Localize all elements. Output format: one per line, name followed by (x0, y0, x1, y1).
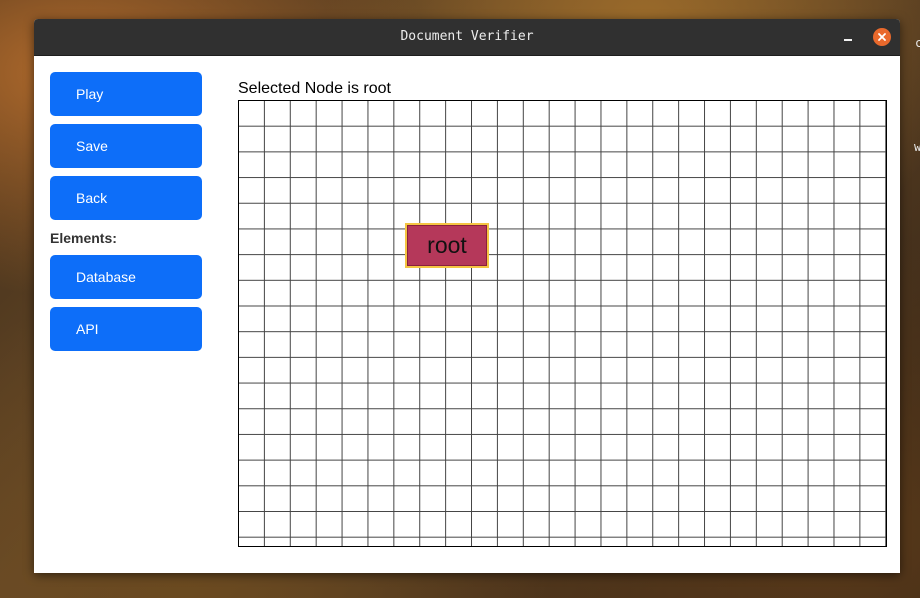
minimize-icon (844, 39, 852, 41)
minimize-button[interactable] (839, 28, 857, 46)
close-icon (878, 33, 886, 41)
close-button[interactable] (873, 28, 891, 46)
back-button[interactable]: Back (50, 176, 202, 220)
elements-heading: Elements: (50, 230, 117, 246)
database-element-button[interactable]: Database (50, 255, 202, 299)
play-button[interactable]: Play (50, 72, 202, 116)
save-button[interactable]: Save (50, 124, 202, 168)
selected-node-status: Selected Node is root (238, 80, 391, 97)
root-node[interactable]: root (405, 223, 489, 268)
title-bar[interactable]: Document Verifier (34, 19, 900, 56)
desktop-edge-text: w (914, 140, 920, 154)
node-canvas-grid[interactable] (238, 100, 887, 547)
api-element-button[interactable]: API (50, 307, 202, 351)
window-title: Document Verifier (400, 29, 534, 44)
main-content: Play Save Back Elements: Database API Se… (34, 56, 900, 573)
desktop-edge-text: c (915, 36, 920, 50)
app-window: Document Verifier Play Save Back Element… (34, 19, 900, 573)
